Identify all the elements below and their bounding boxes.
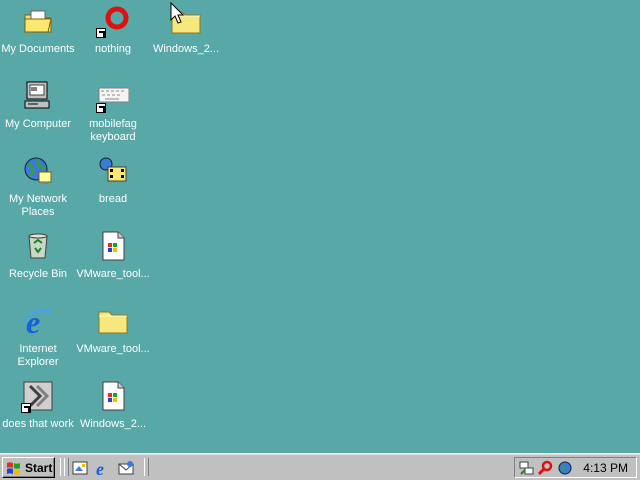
shortcut-app-icon xyxy=(21,380,54,413)
desktop[interactable]: My Documents My Computer My Network Plac… xyxy=(0,0,640,453)
quick-launch-outlook-express[interactable] xyxy=(117,459,135,477)
tray-search[interactable] xyxy=(538,460,554,476)
folder-icon xyxy=(97,305,129,337)
recycle-bin-icon xyxy=(22,230,54,262)
start-label: Start xyxy=(25,460,53,475)
shortcut-arrow-icon xyxy=(96,28,106,38)
red-ring-icon xyxy=(96,5,129,38)
svg-text:e: e xyxy=(26,305,40,337)
my-documents-icon xyxy=(22,5,54,37)
taskbar: Start e 4:13 PM xyxy=(0,453,640,480)
desktop-icon-windows-installer[interactable]: Windows_2... xyxy=(75,378,151,448)
taskbar-grip[interactable] xyxy=(144,458,149,476)
svg-text:e: e xyxy=(96,459,104,477)
desktop-icon-recycle-bin[interactable]: Recycle Bin xyxy=(0,228,76,298)
desktop-icon-vmware-tools-folder[interactable]: VMware_tool... xyxy=(75,303,151,373)
network-places-icon xyxy=(22,155,54,187)
network-icon xyxy=(519,461,534,475)
system-tray: 4:13 PM xyxy=(514,457,637,478)
desktop-icon-my-computer[interactable]: My Computer xyxy=(0,78,76,148)
keyboard-icon xyxy=(96,80,129,113)
desktop-icon-vmware-tools-installer[interactable]: VMware_tool... xyxy=(75,228,151,298)
media-icon xyxy=(558,461,572,475)
shortcut-arrow-icon xyxy=(21,403,31,413)
shortcut-arrow-icon xyxy=(96,103,106,113)
desktop-icon-nothing[interactable]: nothing xyxy=(75,3,151,73)
media-file-icon xyxy=(97,155,129,187)
desktop-icon-network-places[interactable]: My Network Places xyxy=(0,153,76,223)
quick-launch-grip[interactable] xyxy=(64,458,69,476)
show-desktop-icon xyxy=(72,461,88,475)
clock[interactable]: 4:13 PM xyxy=(583,461,628,475)
installer-file-icon xyxy=(97,230,129,262)
desktop-icon-internet-explorer[interactable]: e Internet Explorer xyxy=(0,303,76,373)
windows-logo-icon xyxy=(7,461,20,475)
my-computer-icon xyxy=(22,80,54,112)
desktop-icon-mobilefag-keyboard[interactable]: mobilefag keyboard xyxy=(75,78,151,148)
quick-launch-internet-explorer[interactable]: e xyxy=(94,459,112,477)
desktop-icon-my-documents[interactable]: My Documents xyxy=(0,3,76,73)
internet-explorer-icon: e xyxy=(22,305,54,337)
installer-file-icon xyxy=(97,380,129,412)
mouse-pointer-icon xyxy=(170,2,184,24)
tray-network[interactable] xyxy=(519,460,535,476)
start-button[interactable]: Start xyxy=(2,457,55,478)
search-icon xyxy=(538,460,553,476)
desktop-icon-does-that-work[interactable]: does that work xyxy=(0,378,76,448)
desktop-icon-bread[interactable]: bread xyxy=(75,153,151,223)
desktop-icon-windows-folder[interactable]: Windows_2... xyxy=(148,3,224,73)
quick-launch-show-desktop[interactable] xyxy=(71,459,89,477)
outlook-express-icon xyxy=(118,461,134,475)
internet-explorer-icon: e xyxy=(96,459,104,477)
tray-media[interactable] xyxy=(557,460,573,476)
